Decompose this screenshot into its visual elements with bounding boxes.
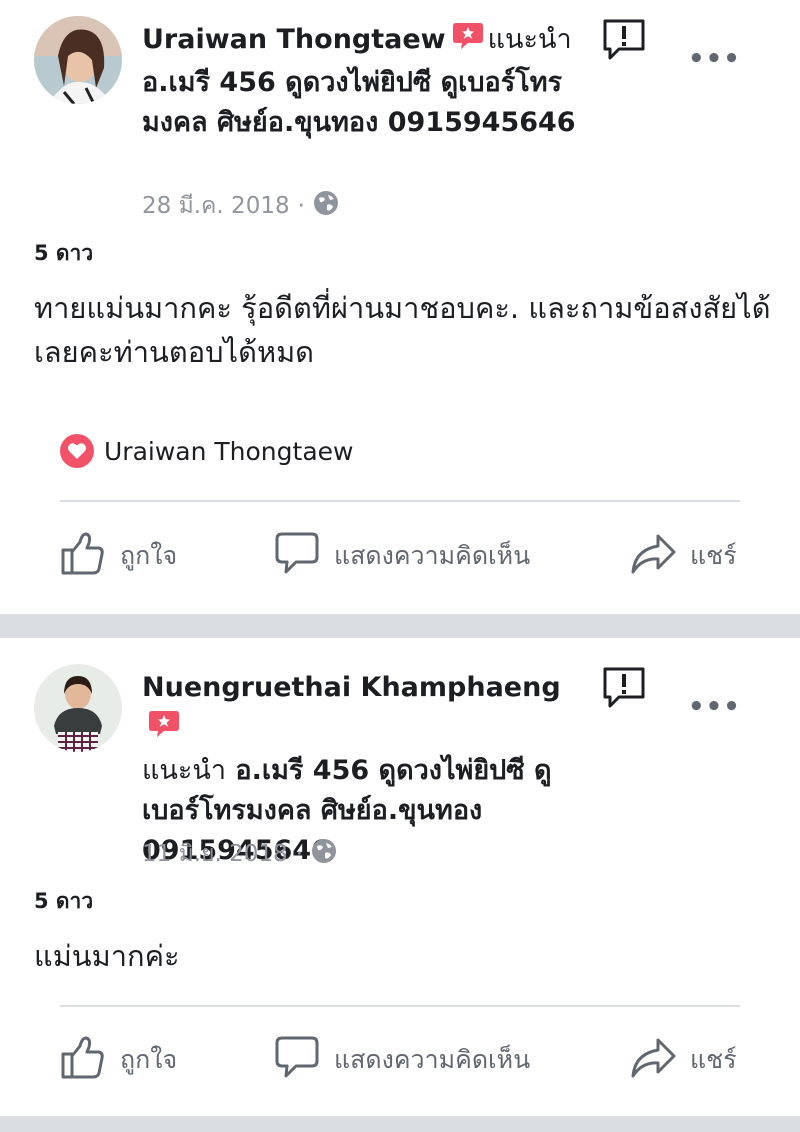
divider — [60, 1005, 740, 1007]
comment-icon — [274, 1034, 334, 1086]
share-icon — [630, 1034, 690, 1086]
report-icon — [602, 19, 646, 66]
post-header: Uraiwan Thongtaew แนะนำ อ.เมรี 456 ดูดวงไ… — [142, 20, 582, 143]
review-text: ทายแม่นมากคะ รุ้อดีตที่ผ่านมาชอบคะ. และถ… — [34, 291, 771, 369]
rating: 5 ดาว — [34, 889, 94, 913]
report-icon — [602, 667, 646, 714]
post-separator — [0, 614, 800, 638]
share-button[interactable]: แชร์ — [630, 1034, 737, 1086]
share-label: แชร์ — [690, 541, 737, 570]
comment-label: แสดงความคิดเห็น — [334, 541, 531, 570]
comment-button[interactable]: แสดงความคิดเห็น — [274, 530, 530, 582]
meta-separator: · — [297, 193, 305, 219]
share-label: แชร์ — [690, 1045, 737, 1074]
more-options-button[interactable]: ••• — [688, 692, 741, 722]
like-icon — [60, 530, 120, 582]
review-post-2: Nuengruethai Khamphaeng แนะนำ อ.เมรี 456… — [0, 638, 800, 1116]
author-name[interactable]: Uraiwan Thongtaew — [142, 24, 446, 55]
author-name[interactable]: Nuengruethai Khamphaeng — [142, 672, 561, 703]
recommends-label: แนะนำ — [487, 24, 572, 55]
globe-icon — [311, 838, 337, 870]
review-text: แม่นมากค่ะ — [34, 939, 180, 973]
post-date[interactable]: 11 มิ.ย. 2018 — [142, 836, 288, 872]
divider — [60, 500, 740, 502]
post-meta: 28 มี.ค. 2018 · — [142, 188, 339, 224]
like-button[interactable]: ถูกใจ — [60, 530, 177, 582]
post-date[interactable]: 28 มี.ค. 2018 — [142, 188, 290, 224]
post-separator — [0, 1116, 800, 1132]
like-label: ถูกใจ — [120, 1045, 178, 1074]
comment-label: แสดงความคิดเห็น — [334, 1045, 531, 1074]
share-button[interactable]: แชร์ — [630, 530, 737, 582]
page-name[interactable]: อ.เมรี 456 ดูดวงไพ่ยิปซี ดูเบอร์โทรมงคล … — [142, 67, 576, 138]
avatar[interactable] — [34, 16, 122, 104]
report-button[interactable] — [602, 666, 646, 714]
comment-icon — [274, 530, 334, 582]
avatar[interactable] — [34, 664, 122, 752]
post-meta: 11 มิ.ย. 2018 · — [142, 836, 337, 872]
recommend-icon — [452, 21, 484, 63]
globe-icon — [313, 190, 339, 222]
recommend-icon — [148, 709, 180, 751]
review-post-1: Uraiwan Thongtaew แนะนำ อ.เมรี 456 ดูดวงไ… — [0, 0, 800, 614]
recommends-label: แนะนำ — [142, 755, 226, 786]
heart-icon — [60, 434, 94, 468]
reaction-summary[interactable]: Uraiwan Thongtaew — [60, 434, 353, 468]
like-button[interactable]: ถูกใจ — [60, 1034, 177, 1086]
comment-button[interactable]: แสดงความคิดเห็น — [274, 1034, 530, 1086]
more-options-button[interactable]: ••• — [688, 44, 741, 74]
share-icon — [630, 530, 690, 582]
like-icon — [60, 1034, 120, 1086]
like-label: ถูกใจ — [120, 541, 178, 570]
meta-separator: · — [295, 841, 303, 867]
liker-name: Uraiwan Thongtaew — [104, 436, 354, 466]
report-button[interactable] — [602, 18, 646, 66]
rating: 5 ดาว — [34, 241, 94, 265]
